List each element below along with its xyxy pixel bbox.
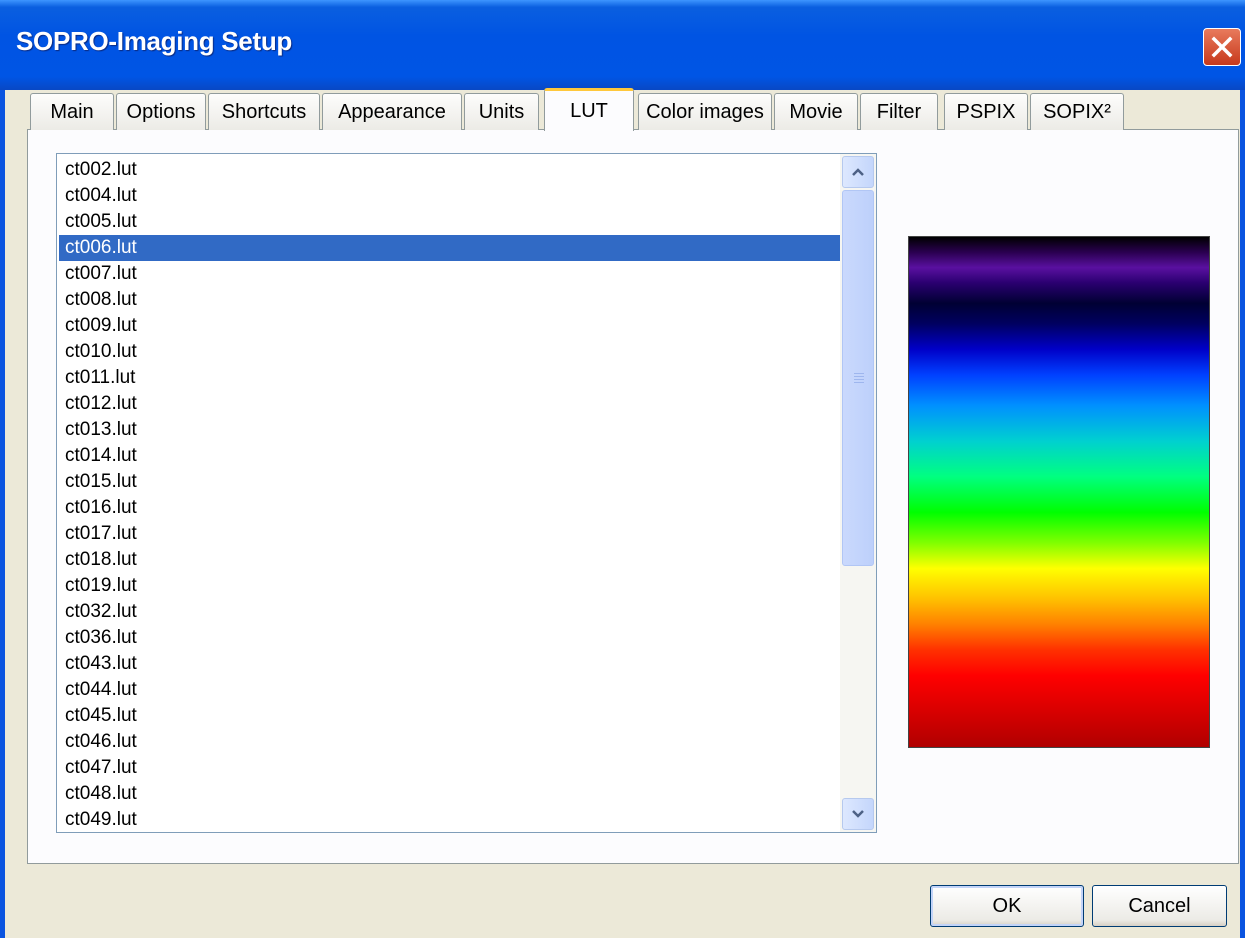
list-item[interactable]: ct044.lut (59, 677, 840, 703)
list-item[interactable]: ct032.lut (59, 599, 840, 625)
list-item[interactable]: ct049.lut (59, 807, 840, 832)
scroll-up-button[interactable] (842, 156, 874, 188)
tab-filter[interactable]: Filter (860, 93, 938, 130)
list-item[interactable]: ct012.lut (59, 391, 840, 417)
list-item[interactable]: ct005.lut (59, 209, 840, 235)
list-item[interactable]: ct004.lut (59, 183, 840, 209)
window-frame-left (0, 90, 5, 938)
list-item[interactable]: ct019.lut (59, 573, 840, 599)
scroll-thumb[interactable] (842, 190, 874, 566)
tab-main[interactable]: Main (30, 93, 114, 130)
tab-options[interactable]: Options (116, 93, 206, 130)
tab-appearance[interactable]: Appearance (322, 93, 462, 130)
tab-units[interactable]: Units (464, 93, 539, 130)
lut-listbox[interactable]: ct002.lut ct004.lut ct005.lut ct006.lut … (56, 153, 877, 833)
title-bar[interactable]: SOPRO-Imaging Setup (0, 0, 1245, 90)
list-item-selected[interactable]: ct006.lut (59, 235, 840, 261)
ok-button[interactable]: OK (930, 885, 1084, 927)
chevron-down-icon (852, 810, 864, 818)
window-title: SOPRO-Imaging Setup (16, 26, 292, 56)
list-item[interactable]: ct017.lut (59, 521, 840, 547)
list-item[interactable]: ct016.lut (59, 495, 840, 521)
close-icon (1211, 36, 1233, 58)
lut-color-preview (908, 236, 1210, 748)
list-item[interactable]: ct007.lut (59, 261, 840, 287)
scroll-down-button[interactable] (842, 798, 874, 830)
list-item[interactable]: ct045.lut (59, 703, 840, 729)
tab-lut[interactable]: LUT (544, 88, 634, 131)
window-frame-right (1240, 90, 1245, 938)
list-item[interactable]: ct011.lut (59, 365, 840, 391)
close-button[interactable] (1203, 28, 1241, 66)
list-item[interactable]: ct046.lut (59, 729, 840, 755)
tab-sopix2[interactable]: SOPIX² (1030, 93, 1124, 130)
tab-movie[interactable]: Movie (774, 93, 858, 130)
list-item[interactable]: ct009.lut (59, 313, 840, 339)
list-item[interactable]: ct008.lut (59, 287, 840, 313)
list-item[interactable]: ct048.lut (59, 781, 840, 807)
list-item[interactable]: ct018.lut (59, 547, 840, 573)
tab-pspix[interactable]: PSPIX (944, 93, 1028, 130)
list-item[interactable]: ct010.lut (59, 339, 840, 365)
chevron-up-icon (852, 168, 864, 176)
grip-icon (854, 373, 864, 385)
list-item[interactable]: ct043.lut (59, 651, 840, 677)
list-item[interactable]: ct014.lut (59, 443, 840, 469)
list-item[interactable]: ct036.lut (59, 625, 840, 651)
cancel-button[interactable]: Cancel (1092, 885, 1227, 927)
list-item[interactable]: ct047.lut (59, 755, 840, 781)
tab-color-images[interactable]: Color images (638, 93, 772, 130)
vertical-scrollbar[interactable] (840, 154, 876, 832)
list-item[interactable]: ct015.lut (59, 469, 840, 495)
tab-shortcuts[interactable]: Shortcuts (208, 93, 320, 130)
list-item[interactable]: ct002.lut (59, 157, 840, 183)
list-item[interactable]: ct013.lut (59, 417, 840, 443)
